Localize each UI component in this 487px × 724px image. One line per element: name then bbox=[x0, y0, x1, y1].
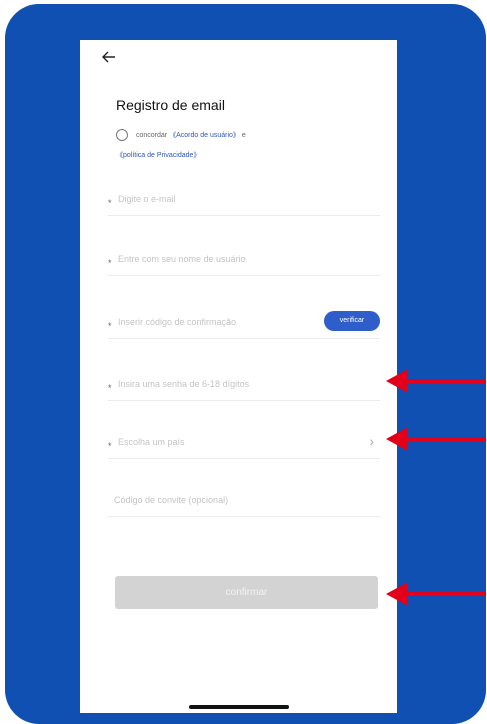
password-placeholder: Insira uma senha de 6-18 dígitos bbox=[118, 379, 250, 389]
required-mark: * bbox=[108, 383, 112, 393]
email-placeholder: Digite o e-mail bbox=[118, 194, 176, 204]
verify-button[interactable]: verificar bbox=[324, 311, 380, 331]
required-mark: * bbox=[108, 198, 112, 208]
required-mark: * bbox=[108, 441, 112, 451]
annotation-arrow-left-icon bbox=[386, 369, 486, 393]
required-mark: * bbox=[108, 258, 112, 268]
user-agreement-link[interactable]: 《Acordo de usuário》 bbox=[169, 132, 240, 139]
agreement-prefix: concordar bbox=[136, 132, 168, 139]
invite-code-placeholder: Código de convite (opcional) bbox=[114, 495, 229, 505]
username-placeholder: Entre com seu nome de usuário bbox=[118, 254, 246, 264]
agreement-checkbox[interactable] bbox=[116, 129, 128, 141]
back-button[interactable] bbox=[102, 48, 122, 68]
annotation-arrow-left-icon bbox=[386, 427, 486, 451]
username-field[interactable]: * Entre com seu nome de usuário bbox=[108, 245, 380, 276]
agreement-conjunction: e bbox=[241, 132, 246, 139]
password-field[interactable]: * Insira uma senha de 6-18 dígitos bbox=[108, 370, 380, 401]
privacy-policy-link[interactable]: 《política de Privacidade》 bbox=[116, 150, 200, 160]
invite-code-field[interactable]: Código de convite (opcional) bbox=[108, 486, 380, 517]
country-placeholder: Escolha um país bbox=[118, 437, 185, 447]
country-selector[interactable]: * Escolha um país › bbox=[108, 428, 380, 459]
email-field[interactable]: * Digite o e-mail bbox=[108, 185, 380, 216]
registration-screen: Registro de email concordar 《Acordo de u… bbox=[80, 40, 397, 713]
arrow-left-icon bbox=[102, 51, 115, 63]
confirmation-code-placeholder: Inserir código de confirmação bbox=[118, 317, 237, 327]
home-indicator bbox=[189, 705, 289, 709]
page-title: Registro de email bbox=[116, 97, 225, 113]
annotation-arrow-left-icon bbox=[386, 582, 486, 606]
chevron-right-icon: › bbox=[369, 433, 374, 449]
agreement-text: concordar 《Acordo de usuário》 e bbox=[136, 130, 246, 140]
confirm-button[interactable]: confirmar bbox=[115, 576, 378, 609]
required-mark: * bbox=[108, 321, 112, 331]
